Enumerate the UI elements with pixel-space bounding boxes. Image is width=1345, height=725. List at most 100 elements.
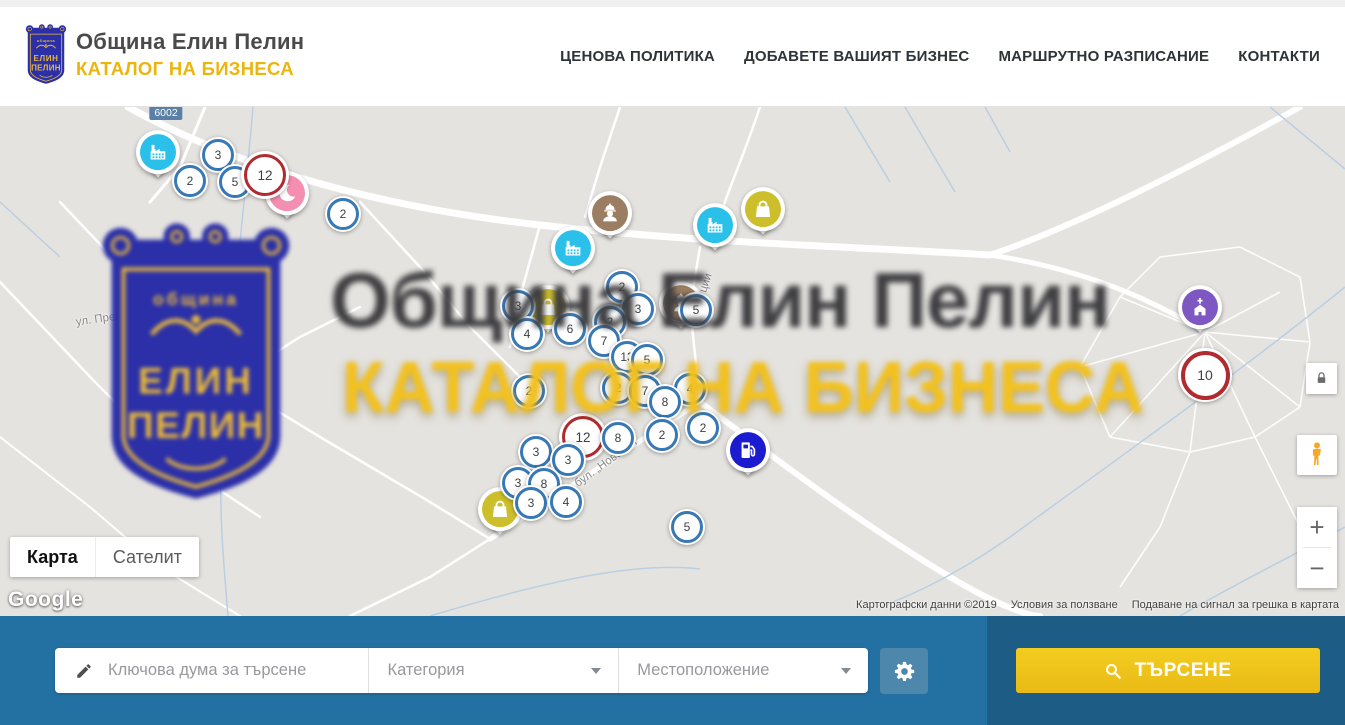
cluster-count: 2 bbox=[700, 421, 707, 435]
cluster-marker[interactable]: 2 bbox=[511, 373, 547, 409]
nav-item-add-business[interactable]: ДОБАВЕТЕ ВАШИЯТ БИЗНЕС bbox=[744, 48, 969, 65]
cluster-count: 4 bbox=[687, 382, 694, 396]
cluster-marker[interactable]: 2 bbox=[325, 196, 361, 232]
bag-pin-marker[interactable] bbox=[741, 187, 785, 241]
map-type-control: Карта Сателит bbox=[10, 537, 199, 577]
cluster-count: 2 bbox=[526, 384, 533, 398]
nav-item-contacts[interactable]: КОНТАКТИ bbox=[1238, 48, 1320, 65]
page-top-strip bbox=[0, 0, 1345, 7]
pin-circle bbox=[1178, 285, 1222, 329]
cluster-count: 2 bbox=[659, 428, 666, 442]
cluster-count: 3 bbox=[635, 302, 642, 316]
cluster-count: 2 bbox=[340, 207, 347, 221]
cluster-marker[interactable]: 3 bbox=[518, 434, 554, 470]
nav-item-pricing[interactable]: ЦЕНОВА ПОЛИТИКА bbox=[560, 48, 715, 65]
worker-icon bbox=[599, 202, 621, 224]
zoom-out-button[interactable]: − bbox=[1297, 548, 1337, 588]
factory-icon bbox=[562, 237, 584, 259]
cluster-count: 5 bbox=[644, 353, 651, 367]
cluster-count: 3 bbox=[565, 453, 572, 467]
cluster-count: 3 bbox=[515, 299, 522, 313]
map-canvas[interactable]: 6002ул. Преславциибул. „Новосел 32512223… bbox=[0, 107, 1345, 616]
church-pin-marker[interactable] bbox=[1178, 285, 1222, 339]
search-button-label: ТЪРСЕНЕ bbox=[1134, 660, 1231, 682]
cluster-count: 2 bbox=[619, 280, 626, 294]
attribution-terms-link[interactable]: Условия за ползване bbox=[1011, 599, 1118, 611]
nav-item-route-schedule[interactable]: МАРШРУТНО РАЗПИСАНИЕ bbox=[998, 48, 1209, 65]
search-button[interactable]: ТЪРСЕНЕ bbox=[1016, 648, 1320, 693]
chevron-down-icon bbox=[841, 668, 851, 674]
cluster-ring: 6 bbox=[554, 313, 586, 345]
keyword-input[interactable] bbox=[106, 660, 368, 681]
cluster-ring: 3 bbox=[515, 487, 547, 519]
chevron-down-icon bbox=[591, 668, 601, 674]
cluster-count: 4 bbox=[563, 495, 570, 509]
category-select[interactable]: Категория bbox=[368, 648, 618, 693]
main-nav: ЦЕНОВА ПОЛИТИКА ДОБАВЕТЕ ВАШИЯТ БИЗНЕС М… bbox=[560, 7, 1320, 106]
cluster-count: 7 bbox=[601, 334, 608, 348]
cluster-count: 12 bbox=[575, 430, 590, 445]
zoom-in-button[interactable]: + bbox=[1297, 507, 1337, 547]
search-fields-group: Категория Местоположение bbox=[55, 648, 868, 693]
lock-button[interactable] bbox=[1306, 363, 1337, 394]
category-select-label: Категория bbox=[387, 661, 464, 680]
cluster-marker[interactable]: 3 bbox=[513, 485, 549, 521]
page: Община Елин Пелин КАТАЛОГ НА БИЗНЕСА ЦЕН… bbox=[0, 0, 1345, 725]
pin-circle bbox=[588, 191, 632, 235]
brand-title: Община Елин Пелин bbox=[76, 29, 304, 55]
cluster-count: 5 bbox=[232, 175, 239, 189]
markers-layer: 325122235346271352274812822333834510 bbox=[0, 107, 1345, 616]
cluster-ring: 2 bbox=[327, 198, 359, 230]
cluster-count: 12 bbox=[257, 168, 272, 183]
zoom-control: + − bbox=[1297, 507, 1337, 588]
pin-circle bbox=[741, 187, 785, 231]
keyword-field bbox=[55, 648, 368, 693]
search-bar: Категория Местоположение ТЪРСЕНЕ bbox=[0, 616, 1345, 725]
cluster-ring: 5 bbox=[631, 344, 663, 376]
cluster-marker[interactable]: 2 bbox=[172, 163, 208, 199]
street-view-pegman-button[interactable] bbox=[1297, 435, 1337, 475]
cluster-marker[interactable]: 2 bbox=[644, 417, 680, 453]
cluster-marker[interactable]: 10 bbox=[1178, 348, 1232, 402]
cluster-marker[interactable]: 8 bbox=[647, 384, 683, 420]
search-icon bbox=[1104, 662, 1122, 680]
brand[interactable]: Община Елин Пелин КАТАЛОГ НА БИЗНЕСА bbox=[76, 29, 304, 80]
cluster-marker[interactable]: 4 bbox=[548, 484, 584, 520]
cluster-marker[interactable]: 6 bbox=[552, 311, 588, 347]
municipality-crest-logo[interactable] bbox=[22, 21, 70, 87]
brand-subtitle: КАТАЛОГ НА БИЗНЕСА bbox=[76, 58, 304, 80]
cluster-count: 8 bbox=[615, 431, 622, 445]
cluster-marker[interactable]: 2 bbox=[685, 410, 721, 446]
cluster-count: 8 bbox=[662, 395, 669, 409]
cluster-count: 2 bbox=[187, 174, 194, 188]
cluster-marker[interactable]: 5 bbox=[678, 292, 714, 328]
cluster-marker[interactable]: 5 bbox=[669, 509, 705, 545]
fuel-icon bbox=[737, 439, 759, 461]
cluster-marker[interactable]: 12 bbox=[241, 151, 289, 199]
cluster-ring: 2 bbox=[687, 412, 719, 444]
bag-icon bbox=[489, 498, 511, 520]
factory-pin-marker[interactable] bbox=[693, 203, 737, 257]
cluster-count: 6 bbox=[567, 322, 574, 336]
cluster-ring: 10 bbox=[1181, 351, 1230, 400]
location-select[interactable]: Местоположение bbox=[618, 648, 868, 693]
header: Община Елин Пелин КАТАЛОГ НА БИЗНЕСА ЦЕН… bbox=[0, 7, 1345, 107]
cluster-marker[interactable]: 4 bbox=[509, 316, 545, 352]
cluster-count: 3 bbox=[215, 148, 222, 162]
factory-icon bbox=[147, 141, 169, 163]
cluster-marker[interactable]: 8 bbox=[600, 420, 636, 456]
map-type-map-button[interactable]: Карта bbox=[10, 537, 95, 577]
cluster-ring: 3 bbox=[520, 436, 552, 468]
factory-icon bbox=[704, 214, 726, 236]
pin-circle bbox=[726, 428, 770, 472]
bag-icon bbox=[537, 296, 559, 318]
map-type-satellite-button[interactable]: Сателит bbox=[95, 537, 199, 577]
google-logo[interactable]: Google bbox=[8, 588, 83, 612]
fuel-pin-marker[interactable] bbox=[726, 428, 770, 482]
cluster-ring: 5 bbox=[671, 511, 703, 543]
attribution-report-link[interactable]: Подаване на сигнал за грешка в картата bbox=[1132, 599, 1339, 611]
advanced-settings-button[interactable] bbox=[880, 648, 928, 694]
cluster-ring: 12 bbox=[244, 154, 286, 196]
worker-pin-marker[interactable] bbox=[588, 191, 632, 245]
bag-icon bbox=[752, 198, 774, 220]
